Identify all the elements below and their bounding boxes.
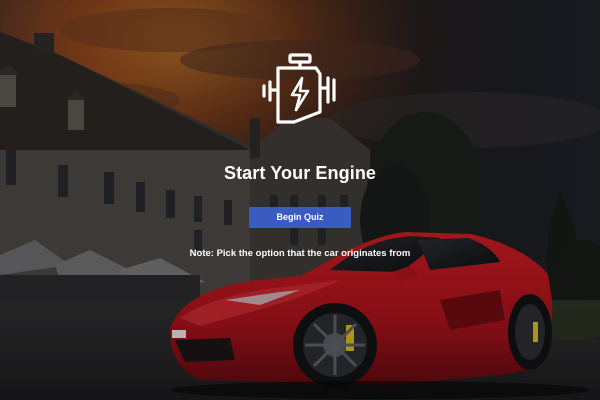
instruction-note: Note: Pick the option that the car origi…: [189, 248, 411, 259]
hero-panel: Start Your Engine Begin Quiz Note: Pick …: [0, 0, 600, 400]
quiz-start-screen: Start Your Engine Begin Quiz Note: Pick …: [0, 0, 600, 400]
page-title: Start Your Engine: [223, 163, 377, 183]
engine-icon: [262, 53, 336, 124]
begin-quiz-button[interactable]: Begin Quiz: [249, 207, 351, 228]
